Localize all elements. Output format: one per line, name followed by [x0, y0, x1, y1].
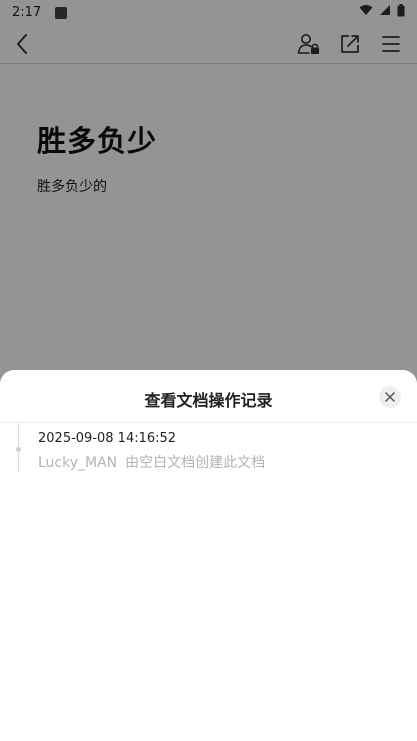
- operation-history-sheet: 查看文档操作记录 2025-09-08 14:16:52 Lucky_MAN 由空…: [0, 370, 417, 741]
- history-entry-time: 2025-09-08 14:16:52: [38, 431, 177, 446]
- sheet-title: 查看文档操作记录: [144, 391, 273, 410]
- close-button[interactable]: [379, 386, 401, 408]
- history-entry-user: Lucky_MAN: [38, 455, 118, 471]
- timeline-dot: [16, 447, 21, 452]
- close-icon: [385, 392, 395, 402]
- history-entry-description: Lucky_MAN 由空白文档创建此文档: [38, 452, 265, 472]
- sheet-divider: [0, 422, 417, 423]
- history-entry-action: 由空白文档创建此文档: [125, 455, 266, 471]
